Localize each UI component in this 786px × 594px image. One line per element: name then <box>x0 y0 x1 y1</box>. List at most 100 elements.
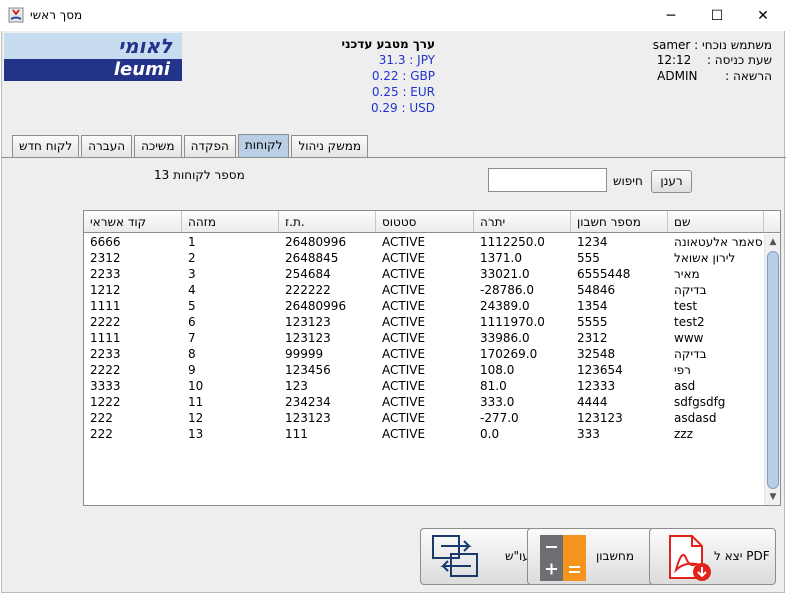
table-cell[interactable]: 222 <box>84 410 182 426</box>
table-cell[interactable]: 13 <box>182 426 279 442</box>
table-cell[interactable]: 1112250.0 <box>474 234 571 250</box>
table-cell[interactable]: 4444 <box>571 394 668 410</box>
table-row[interactable]: 2312 2 2648845 ACTIVE 1371.0 555 לירון אשואל <box>84 250 764 266</box>
table-cell[interactable]: 123123 <box>571 410 668 426</box>
table-cell[interactable]: 32548 <box>571 346 668 362</box>
table-cell[interactable]: 26480996 <box>279 234 376 250</box>
table-row[interactable]: 222 12 123123 ACTIVE -277.0 123123 asdasd <box>84 410 764 426</box>
table-cell[interactable]: 123 <box>279 378 376 394</box>
tab-deposit[interactable]: הפקדה <box>183 135 236 158</box>
table-cell[interactable]: 33021.0 <box>474 266 571 282</box>
table-cell[interactable]: test2 <box>668 314 764 330</box>
table-cell[interactable]: 2312 <box>84 250 182 266</box>
table-cell[interactable]: ACTIVE <box>376 426 474 442</box>
table-cell[interactable]: 3 <box>182 266 279 282</box>
table-cell[interactable]: בדיקה <box>668 346 764 362</box>
table-cell[interactable]: sdfgsdfg <box>668 394 764 410</box>
table-cell[interactable]: 170269.0 <box>474 346 571 362</box>
table-cell[interactable]: 7 <box>182 330 279 346</box>
table-cell[interactable]: 123456 <box>279 362 376 378</box>
table-cell[interactable]: ACTIVE <box>376 266 474 282</box>
table-cell[interactable]: 0.0 <box>474 426 571 442</box>
table-cell[interactable]: 1 <box>182 234 279 250</box>
table-cell[interactable]: 222 <box>84 426 182 442</box>
table-cell[interactable]: 2648845 <box>279 250 376 266</box>
table-cell[interactable]: ACTIVE <box>376 234 474 250</box>
column-header[interactable]: יתרה <box>474 211 571 232</box>
scroll-up-icon[interactable]: ▲ <box>765 234 781 250</box>
table-cell[interactable]: בדיקה <box>668 282 764 298</box>
table-cell[interactable]: 123123 <box>279 330 376 346</box>
table-cell[interactable]: ACTIVE <box>376 298 474 314</box>
table-cell[interactable]: 254684 <box>279 266 376 282</box>
table-cell[interactable]: 3333 <box>84 378 182 394</box>
table-cell[interactable]: 111 <box>279 426 376 442</box>
table-cell[interactable]: מאיר <box>668 266 764 282</box>
table-cell[interactable]: 2222 <box>84 314 182 330</box>
maximize-button[interactable]: ☐ <box>694 0 740 31</box>
scroll-down-icon[interactable]: ▼ <box>765 489 781 505</box>
table-cell[interactable]: 555 <box>571 250 668 266</box>
table-cell[interactable]: 12333 <box>571 378 668 394</box>
table-cell[interactable]: test <box>668 298 764 314</box>
table-cell[interactable]: ACTIVE <box>376 282 474 298</box>
table-cell[interactable]: 1222 <box>84 394 182 410</box>
table-cell[interactable]: ACTIVE <box>376 410 474 426</box>
table-cell[interactable]: 123654 <box>571 362 668 378</box>
table-cell[interactable]: 10 <box>182 378 279 394</box>
table-row[interactable]: 222 13 111 ACTIVE 0.0 333 zzz <box>84 426 764 442</box>
tab-admin[interactable]: ממשק ניהול <box>291 135 369 158</box>
table-cell[interactable]: 222222 <box>279 282 376 298</box>
table-cell[interactable]: ACTIVE <box>376 330 474 346</box>
table-cell[interactable]: 1354 <box>571 298 668 314</box>
table-cell[interactable]: 234234 <box>279 394 376 410</box>
table-cell[interactable]: 2222 <box>84 362 182 378</box>
table-cell[interactable]: 4 <box>182 282 279 298</box>
table-cell[interactable]: 54846 <box>571 282 668 298</box>
table-cell[interactable]: www <box>668 330 764 346</box>
table-cell[interactable]: 6666 <box>84 234 182 250</box>
calculator-button[interactable]: מחשבון <box>527 528 654 585</box>
table-cell[interactable]: 5 <box>182 298 279 314</box>
table-cell[interactable]: 2233 <box>84 266 182 282</box>
table-cell[interactable]: 9 <box>182 362 279 378</box>
tab-transfer[interactable]: העברה <box>81 135 133 158</box>
table-cell[interactable]: 81.0 <box>474 378 571 394</box>
tab-new-customer[interactable]: לקוח חדש <box>12 135 80 158</box>
table-cell[interactable]: asdasd <box>668 410 764 426</box>
table-cell[interactable]: 8 <box>182 346 279 362</box>
scroll-thumb[interactable] <box>767 251 779 489</box>
table-cell[interactable]: 6555448 <box>571 266 668 282</box>
tab-customers[interactable]: לקוחות <box>237 134 290 158</box>
table-cell[interactable]: 1111 <box>84 298 182 314</box>
table-cell[interactable]: 26480996 <box>279 298 376 314</box>
table-row[interactable]: 1111 7 123123 ACTIVE 33986.0 2312 www <box>84 330 764 346</box>
table-cell[interactable]: ACTIVE <box>376 362 474 378</box>
table-cell[interactable]: ACTIVE <box>376 378 474 394</box>
table-cell[interactable]: 123123 <box>279 314 376 330</box>
table-cell[interactable]: 333.0 <box>474 394 571 410</box>
table-cell[interactable]: 1371.0 <box>474 250 571 266</box>
refresh-button[interactable]: רענן <box>651 170 692 193</box>
table-row[interactable]: 3333 10 123 ACTIVE 81.0 12333 asd <box>84 378 764 394</box>
table-cell[interactable]: ACTIVE <box>376 314 474 330</box>
column-header[interactable]: שם <box>668 211 764 232</box>
table-cell[interactable]: 2 <box>182 250 279 266</box>
table-row[interactable]: 6666 1 26480996 ACTIVE 1112250.0 1234 סאמר אלע… <box>84 234 764 250</box>
table-cell[interactable]: רפי <box>668 362 764 378</box>
table-cell[interactable]: -277.0 <box>474 410 571 426</box>
table-cell[interactable]: 11 <box>182 394 279 410</box>
vertical-scrollbar[interactable]: ▲ ▼ <box>764 234 780 505</box>
table-cell[interactable]: 123123 <box>279 410 376 426</box>
table-row[interactable]: 1111 5 26480996 ACTIVE 24389.0 1354 test <box>84 298 764 314</box>
table-row[interactable]: 2222 9 123456 ACTIVE 108.0 123654 רפי <box>84 362 764 378</box>
table-cell[interactable]: 1111970.0 <box>474 314 571 330</box>
table-cell[interactable]: 12 <box>182 410 279 426</box>
table-cell[interactable]: ACTIVE <box>376 346 474 362</box>
table-cell[interactable]: ACTIVE <box>376 394 474 410</box>
table-cell[interactable]: 33986.0 <box>474 330 571 346</box>
table-cell[interactable]: zzz <box>668 426 764 442</box>
table-row[interactable]: 2222 6 123123 ACTIVE 1111970.0 5555 test2 <box>84 314 764 330</box>
table-cell[interactable]: סאמר אלעטאונה <box>668 234 764 250</box>
column-header[interactable]: סטטוס <box>376 211 474 232</box>
